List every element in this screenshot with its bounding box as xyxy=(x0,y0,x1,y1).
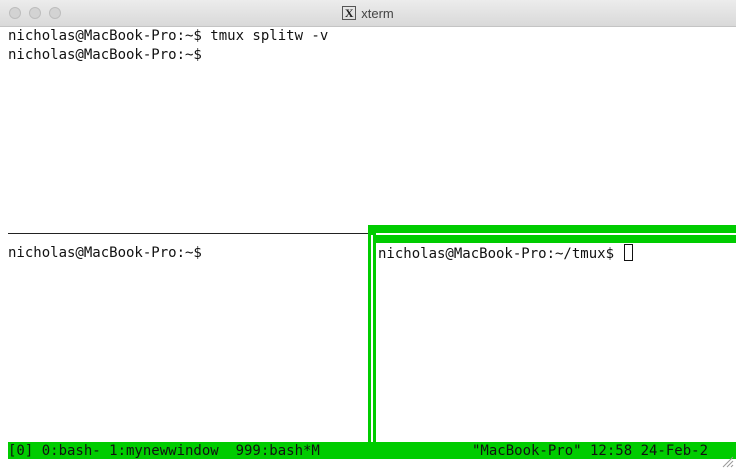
xterm-window: X xterm nicholas@MacBook-Pro:~$ tmux spl… xyxy=(0,0,736,470)
x11-icon: X xyxy=(342,6,357,20)
window-title-container: X xterm xyxy=(0,0,736,26)
tmux-status-bar: [0] 0:bash- 1:mynewwindow 999:bash*M "Ma… xyxy=(8,442,736,459)
terminal-prompt: nicholas@MacBook-Pro:~/tmux$ xyxy=(378,246,615,262)
window-title: xterm xyxy=(361,5,394,21)
status-window-list[interactable]: [0] 0:bash- 1:mynewwindow 999:bash*M xyxy=(8,442,320,460)
terminal-line: nicholas@MacBook-Pro:~$ xyxy=(8,47,202,63)
bottom-right-pane[interactable]: nicholas@MacBook-Pro:~/tmux$ xyxy=(378,244,634,264)
top-pane[interactable]: nicholas@MacBook-Pro:~$ tmux splitw -v ni… xyxy=(8,27,328,65)
active-pane-border-gap xyxy=(376,233,736,235)
terminal-line: nicholas@MacBook-Pro:~$ xyxy=(8,245,202,261)
resize-grip-icon[interactable] xyxy=(720,454,734,468)
terminal-cursor xyxy=(624,244,634,261)
title-bar[interactable]: X xterm xyxy=(0,0,736,27)
pane-divider-horizontal[interactable] xyxy=(8,233,368,234)
bottom-left-pane[interactable]: nicholas@MacBook-Pro:~$ xyxy=(8,244,202,263)
active-pane-border-gap xyxy=(371,235,373,442)
status-host-time: "MacBook-Pro" 12:58 24-Feb-2 xyxy=(472,443,709,459)
terminal-line: nicholas@MacBook-Pro:~$ tmux splitw -v xyxy=(8,28,329,44)
